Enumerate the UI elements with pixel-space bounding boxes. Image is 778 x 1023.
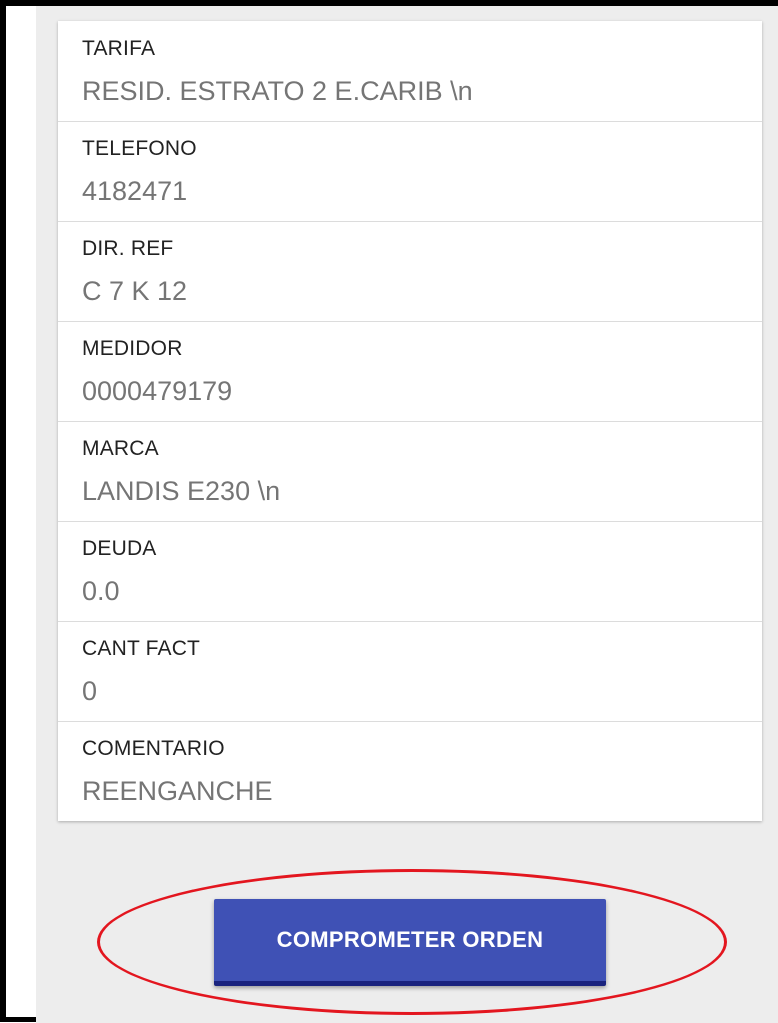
field-label: MEDIDOR bbox=[82, 337, 183, 360]
comprometer-orden-button[interactable]: COMPROMETER ORDEN bbox=[214, 899, 606, 986]
field-tarifa: TARIFA RESID. ESTRATO 2 E.CARIB \n bbox=[58, 21, 762, 121]
field-value: RESID. ESTRATO 2 E.CARIB \n bbox=[82, 76, 473, 106]
field-marca: MARCA LANDIS E230 \n bbox=[58, 421, 762, 521]
field-label: TARIFA bbox=[82, 37, 156, 60]
field-value: C 7 K 12 bbox=[82, 276, 188, 306]
field-value: 0.0 bbox=[82, 576, 120, 606]
field-label: MARCA bbox=[82, 437, 159, 460]
field-label: TELEFONO bbox=[82, 137, 197, 160]
field-label: DEUDA bbox=[82, 537, 157, 560]
field-comentario: COMENTARIO REENGANCHE bbox=[58, 721, 762, 821]
field-value: 0 bbox=[82, 676, 98, 706]
field-value: 0000479179 bbox=[82, 376, 233, 406]
field-telefono: TELEFONO 4182471 bbox=[58, 121, 762, 221]
screenshot-frame: TARIFA RESID. ESTRATO 2 E.CARIB \n TELEF… bbox=[0, 0, 778, 1023]
field-value: 4182471 bbox=[82, 176, 188, 206]
button-label: COMPROMETER ORDEN bbox=[276, 927, 544, 952]
field-label: CANT FACT bbox=[82, 637, 201, 660]
details-card: TARIFA RESID. ESTRATO 2 E.CARIB \n TELEF… bbox=[58, 21, 762, 821]
field-label: COMENTARIO bbox=[82, 737, 225, 760]
field-dir-ref: DIR. REF C 7 K 12 bbox=[58, 221, 762, 321]
app-screen: TARIFA RESID. ESTRATO 2 E.CARIB \n TELEF… bbox=[36, 6, 778, 1023]
field-value: REENGANCHE bbox=[82, 776, 273, 806]
field-value: LANDIS E230 \n bbox=[82, 476, 281, 506]
field-cant-fact: CANT FACT 0 bbox=[58, 621, 762, 721]
field-medidor: MEDIDOR 0000479179 bbox=[58, 321, 762, 421]
field-deuda: DEUDA 0.0 bbox=[58, 521, 762, 621]
field-label: DIR. REF bbox=[82, 237, 174, 260]
